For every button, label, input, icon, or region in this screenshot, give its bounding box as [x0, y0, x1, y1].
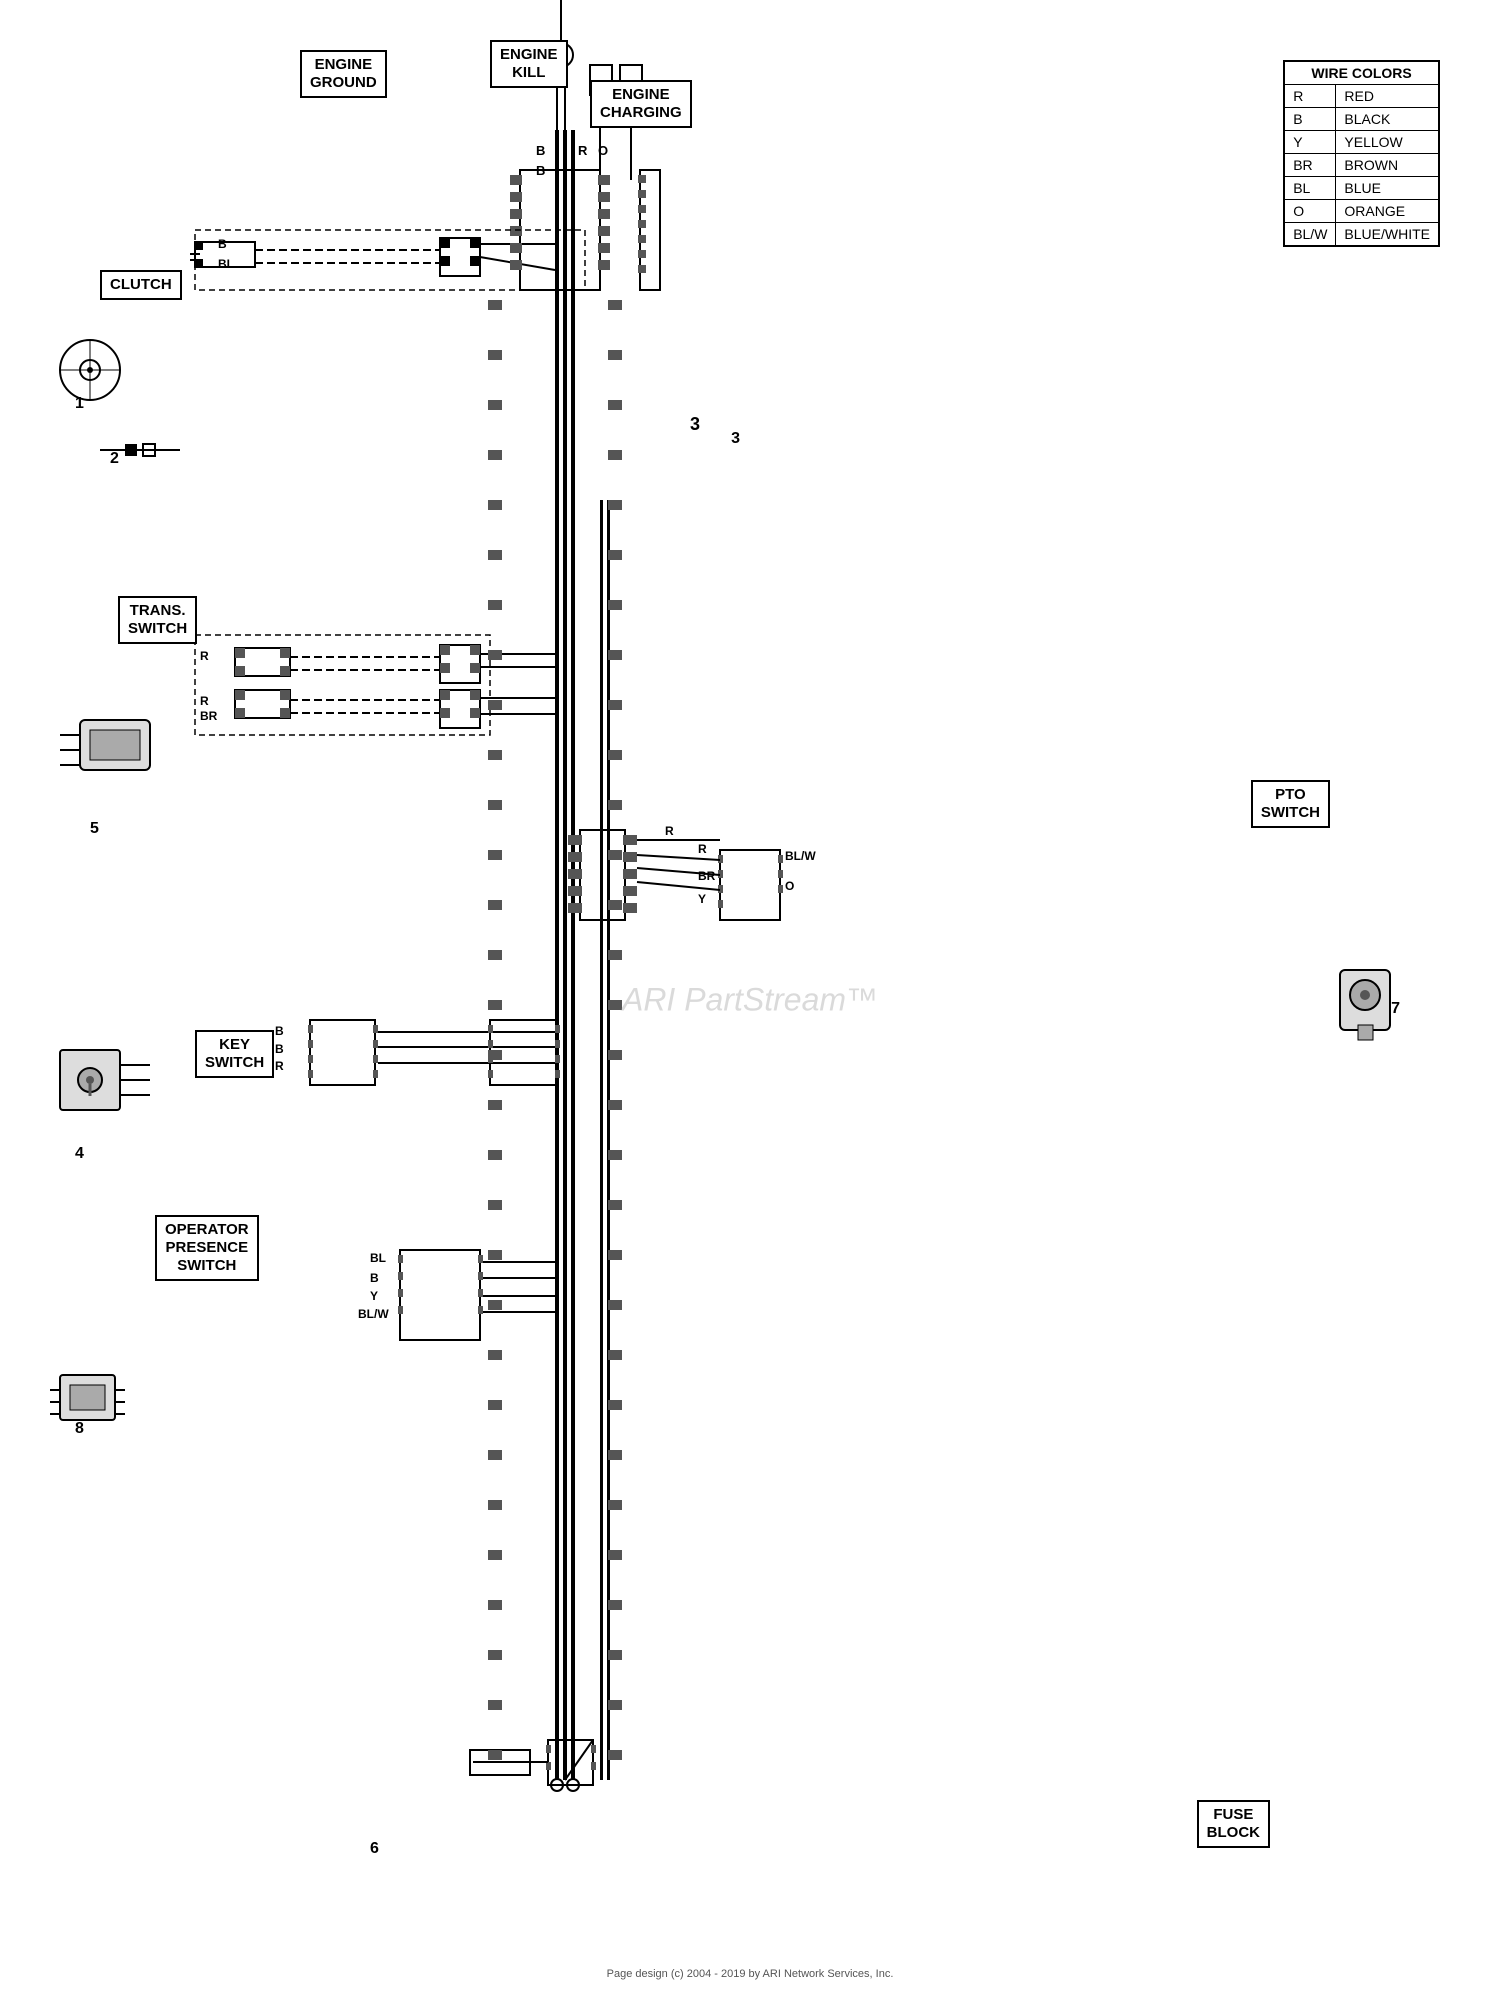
clutch-label: CLUTCH — [100, 270, 182, 300]
engine-charging-label: ENGINECHARGING — [590, 80, 692, 128]
key-switch-icon — [50, 1030, 150, 1130]
comp-num-5: 5 — [90, 820, 99, 838]
svg-text:R: R — [275, 1059, 284, 1073]
svg-text:BL: BL — [218, 257, 234, 271]
key-switch-label: KEYSWITCH — [195, 1030, 274, 1078]
svg-text:R: R — [200, 694, 209, 708]
footer: Page design (c) 2004 - 2019 by ARI Netwo… — [607, 1968, 894, 1980]
fuse-block-label: FUSEBLOCK — [1197, 1800, 1270, 1848]
svg-text:B: B — [218, 237, 227, 251]
trans-switch-icon — [60, 700, 180, 800]
svg-text:BL: BL — [370, 1251, 386, 1265]
svg-text:R: R — [665, 824, 674, 838]
diode-icon — [100, 440, 180, 460]
svg-text:O: O — [785, 879, 794, 893]
pto-switch-icon — [1320, 960, 1410, 1050]
clutch-icon — [50, 330, 130, 410]
svg-text:Y: Y — [370, 1289, 378, 1303]
wire-label-b1: B — [536, 143, 545, 158]
comp-num-6: 6 — [370, 1840, 379, 1858]
svg-text:B: B — [275, 1042, 284, 1056]
diagram-container: ARI PartStream™ WIRE COLORS RRED BBLACK … — [0, 0, 1500, 2000]
wire-label-r1: R — [578, 143, 588, 158]
svg-text:R: R — [698, 842, 707, 856]
wire-label-o1: O — [598, 143, 608, 158]
svg-text:Y: Y — [698, 892, 706, 906]
trans-switch-label: TRANS.SWITCH — [118, 596, 197, 644]
engine-kill-label: ENGINEKILL — [490, 40, 568, 88]
pto-switch-label: PTOSWITCH — [1251, 780, 1330, 828]
wiring-diagram-svg: B B R O B BL — [0, 0, 1500, 2000]
ops-icon — [50, 1360, 130, 1440]
svg-text:BR: BR — [200, 709, 218, 723]
harness-right-2 — [607, 500, 610, 1780]
svg-text:B: B — [370, 1271, 379, 1285]
harness-line-3 — [571, 130, 575, 1780]
svg-text:BL/W: BL/W — [785, 849, 816, 863]
label-3: 3 — [690, 414, 700, 434]
svg-text:B: B — [275, 1024, 284, 1038]
svg-text:BL/W: BL/W — [358, 1307, 389, 1321]
comp-num-4: 4 — [75, 1145, 84, 1163]
harness-right-1 — [600, 500, 603, 1780]
comp-num-3: 3 — [731, 430, 740, 448]
harness-line-1 — [555, 130, 559, 1780]
svg-text:BR: BR — [698, 869, 716, 883]
harness-line-2 — [563, 130, 567, 1780]
operator-presence-label: OPERATORPRESENCESWITCH — [155, 1215, 259, 1281]
engine-ground-label: ENGINEGROUND — [300, 50, 387, 98]
svg-text:R: R — [200, 649, 209, 663]
